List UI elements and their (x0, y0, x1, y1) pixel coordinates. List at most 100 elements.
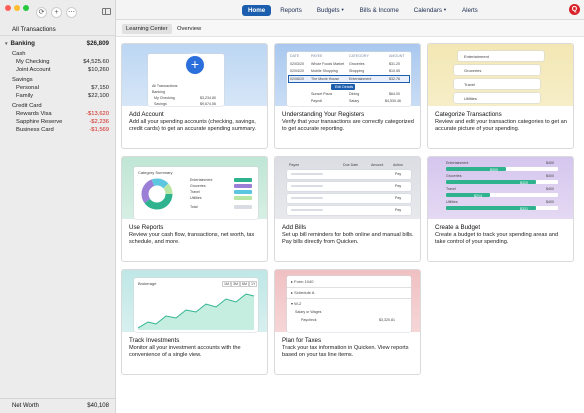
account-balance: $4,525.60 (83, 59, 109, 65)
legend-swatch (234, 190, 252, 194)
preview-text: $400 (546, 161, 554, 165)
card-title: Use Reports (129, 224, 164, 231)
account-name: Business Card (16, 127, 54, 133)
preview-text: ▸ Form 1040 (291, 279, 313, 284)
preview-text: $64.00 (389, 92, 400, 96)
preview-text: Pay (395, 196, 402, 200)
card-categorize-transactions[interactable]: Entertainment Groceries Travel Utilities… (427, 43, 574, 149)
preview-text: $32.76 (389, 77, 400, 81)
sidebar-account-joint[interactable]: Joint Account $10,260 (16, 67, 109, 73)
card-understanding-registers[interactable]: DATE PAYEE CATEGORY AMOUNT 02/03/20 Whol… (274, 43, 421, 149)
divider (0, 35, 116, 36)
sidebar-account-personal[interactable]: Personal $7,150 (16, 85, 109, 91)
preview-text: Salary or Wages (295, 310, 322, 314)
preview-text: Total (190, 205, 198, 209)
tab-learning-center[interactable]: Learning Center (122, 24, 172, 34)
card-use-reports[interactable]: Category Summary Entertainment Groceries… (121, 156, 268, 262)
bill-row: Pay (287, 194, 411, 203)
preview-text: Groceries (349, 62, 365, 66)
nav-bills-income[interactable]: Bills & Income (354, 5, 405, 16)
chevron-down-icon: ▼ (340, 7, 345, 12)
brokerage-preview: Brokerage 1M 3M 6M 1Y (134, 278, 258, 332)
preview-text: $320 (520, 180, 528, 185)
card-add-bills[interactable]: Payee Due Date Amount Action Pay Pay Pay… (274, 156, 421, 262)
nav-alerts[interactable]: Alerts (456, 5, 484, 16)
preview-text: Due Date (343, 163, 359, 167)
account-name: Joint Account (16, 67, 51, 73)
nav-home[interactable]: Home (242, 5, 272, 16)
preview-text: Dining (349, 92, 360, 96)
add-icon[interactable]: + (51, 7, 62, 18)
preview-text: 02/04/20 (290, 69, 304, 73)
nav-budgets[interactable]: Budgets▼ (311, 5, 351, 16)
sidebar-account-my-checking[interactable]: My Checking $4,525.60 (16, 59, 109, 65)
tab-overview[interactable]: Overview (173, 24, 205, 34)
card-description: Verify that your transactions are correc… (282, 119, 414, 133)
preview-text: Entertainment (349, 77, 372, 81)
sidebar-account-family[interactable]: Family $22,100 (16, 93, 109, 99)
nav-calendars[interactable]: Calendars▼ (408, 5, 453, 16)
preview-text: Utilities (190, 196, 202, 200)
preview-text: Paycheck (301, 318, 317, 322)
account-name: My Checking (16, 59, 50, 65)
card-title: Plan for Taxes (282, 337, 322, 344)
sidebar: ⟳ + ⋯ All Transactions ▾ Banking $26,809 … (0, 0, 116, 413)
preview-text: $3,234.80 (200, 96, 216, 100)
sidebar-account-rewards-visa[interactable]: Rewards Visa -$13,620 (16, 111, 109, 117)
preview-text: Whole Foods Market (311, 62, 345, 66)
sidebar-toggle-icon[interactable] (102, 8, 111, 15)
legend-swatch (234, 196, 252, 200)
preview-text: Banking (152, 90, 165, 94)
card-plan-for-taxes[interactable]: ▸ Form 1040 ▸ Schedule A ▾ W-2 Salary or… (274, 269, 421, 375)
more-icon[interactable]: ⋯ (66, 7, 77, 18)
preview-text: Groceries (446, 174, 462, 178)
account-balance: $7,150 (91, 85, 109, 91)
preview-text: $214 (474, 193, 482, 198)
tax-preview: ▸ Form 1040 ▸ Schedule A ▾ W-2 Salary or… (287, 276, 411, 332)
category-chip: Utilities (454, 93, 540, 103)
chevron-down-icon[interactable]: ▾ (5, 41, 8, 47)
preview-text: W-2 (294, 301, 302, 306)
sidebar-banking-group[interactable]: ▾ Banking $26,809 (5, 40, 109, 47)
close-window-button[interactable] (5, 5, 11, 11)
sidebar-all-transactions[interactable]: All Transactions (12, 26, 56, 33)
preview-text: 3M (231, 281, 240, 287)
bill-row: Pay (287, 182, 411, 191)
refresh-icon[interactable]: ⟳ (36, 7, 47, 18)
area-chart-icon (138, 293, 254, 330)
divider (287, 287, 411, 288)
preview-text: $31.20 (389, 62, 400, 66)
net-worth-label: Net Worth (12, 403, 39, 409)
card-track-investments[interactable]: Brokerage 1M 3M 6M 1Y Track Investments … (121, 269, 268, 375)
quicken-logo-icon[interactable]: Q (569, 4, 580, 15)
preview-text: 6M (240, 281, 249, 287)
account-name: Sapphire Reserve (16, 119, 63, 125)
preview-text: CATEGORY (349, 54, 369, 58)
category-chip: Entertainment (458, 51, 544, 61)
card-add-account[interactable]: All Transactions Banking My Checking $3,… (121, 43, 268, 149)
taxes-illustration: ▸ Form 1040 ▸ Schedule A ▾ W-2 Salary or… (275, 270, 420, 332)
investments-illustration: Brokerage 1M 3M 6M 1Y (122, 270, 267, 332)
preview-text: Pay (395, 184, 402, 188)
preview-text: PAYEE (311, 54, 323, 58)
preview-text: My Checking (154, 96, 175, 100)
sidebar-account-business[interactable]: Business Card -$1,569 (16, 127, 109, 133)
net-worth-value: $40,108 (87, 403, 109, 409)
sidebar-account-sapphire[interactable]: Sapphire Reserve -$2,236 (16, 119, 109, 125)
chevron-down-icon: ▼ (442, 7, 447, 12)
preview-text: $3,320.81 (379, 318, 395, 322)
nav-reports[interactable]: Reports (274, 5, 308, 16)
preview-text: AMOUNT (389, 54, 405, 58)
category-chip: Travel (454, 79, 540, 89)
minimize-window-button[interactable] (14, 5, 20, 11)
card-description: Monitor all your investment accounts wit… (129, 345, 241, 359)
preview-text: 02/08/20 (290, 77, 304, 81)
card-create-budget[interactable]: Entertainment $400 $300 Groceries $400 $… (427, 156, 574, 262)
register-illustration: DATE PAYEE CATEGORY AMOUNT 02/03/20 Whol… (275, 44, 420, 106)
preview-text: Amount (371, 163, 384, 167)
preview-text: ▾ W-2 (291, 301, 301, 306)
preview-text: $9,674.56 (200, 102, 216, 106)
donut-chart-icon (141, 178, 173, 210)
zoom-window-button[interactable] (23, 5, 29, 11)
preview-text: Pay (395, 208, 402, 212)
